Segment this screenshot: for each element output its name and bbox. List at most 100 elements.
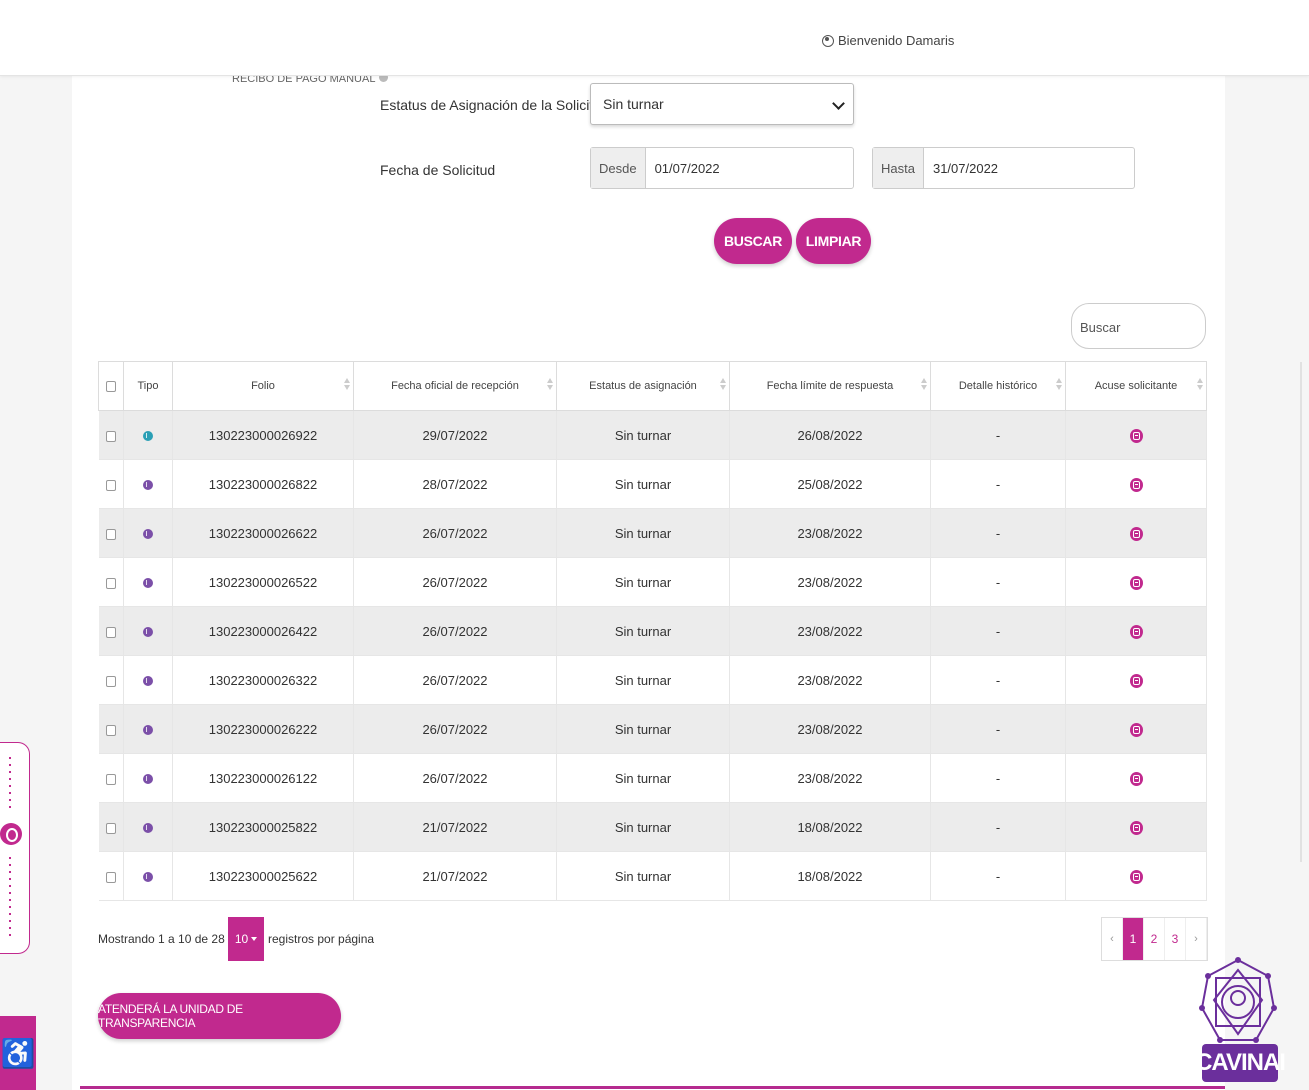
page-3-button[interactable]: 3 xyxy=(1165,918,1186,960)
panel-side-left xyxy=(72,411,98,911)
document-icon[interactable] xyxy=(1129,477,1143,492)
recepcion-cell: 21/07/2022 xyxy=(353,802,557,852)
accessibility-tab[interactable] xyxy=(0,742,30,954)
document-icon[interactable] xyxy=(1129,673,1143,688)
page-size-value: 10 xyxy=(234,932,249,946)
document-icon[interactable] xyxy=(1129,428,1143,443)
col-folio[interactable]: Folio xyxy=(172,361,354,411)
date-from-group[interactable]: Desde 01/07/2022 xyxy=(590,147,854,189)
acuse-cell xyxy=(1065,557,1207,607)
welcome-user[interactable]: Bienvenido Damaris xyxy=(822,33,954,48)
date-from-input[interactable]: 01/07/2022 xyxy=(646,148,729,188)
col-historico[interactable]: Detalle histórico xyxy=(930,361,1066,411)
col-acuse[interactable]: Acuse solicitante xyxy=(1065,361,1207,411)
document-icon[interactable] xyxy=(1129,722,1143,737)
folio-cell: 130223000026522 xyxy=(172,557,354,607)
col-estatus[interactable]: Estatus de asignación xyxy=(556,361,730,411)
historico-cell: - xyxy=(930,459,1066,509)
recepcion-cell: 26/07/2022 xyxy=(353,753,557,803)
table-row[interactable]: 130223000026122 26/07/2022 Sin turnar 23/08… xyxy=(98,753,1207,803)
row-select-cell[interactable] xyxy=(98,606,124,656)
clear-button[interactable]: LIMPIAR xyxy=(796,218,871,264)
wheelchair-icon[interactable]: ♿ xyxy=(0,1016,36,1090)
recepcion-cell: 21/07/2022 xyxy=(353,851,557,901)
row-select-cell[interactable] xyxy=(98,508,124,558)
row-select-cell[interactable] xyxy=(98,753,124,803)
row-checkbox[interactable] xyxy=(105,528,116,540)
row-select-cell[interactable] xyxy=(98,802,124,852)
prev-page-button[interactable]: ‹ xyxy=(1102,918,1123,960)
status-select[interactable]: Sin turnar xyxy=(590,83,854,125)
pagination: ‹ 1 2 3 › xyxy=(1101,917,1208,961)
status-select-value: Sin turnar xyxy=(603,96,664,112)
document-icon[interactable] xyxy=(1129,771,1143,786)
table-row[interactable]: 130223000026422 26/07/2022 Sin turnar 23/08… xyxy=(98,606,1207,656)
select-all-cell[interactable] xyxy=(98,361,124,411)
col-limite-label: Fecha límite de respuesta xyxy=(766,380,894,392)
table-row[interactable]: 130223000026622 26/07/2022 Sin turnar 23/08… xyxy=(98,508,1207,558)
select-all-checkbox[interactable] xyxy=(106,380,116,392)
row-checkbox[interactable] xyxy=(105,577,116,589)
tipo-cell xyxy=(123,704,173,754)
table-row[interactable]: 130223000025622 21/07/2022 Sin turnar 18/08… xyxy=(98,851,1207,901)
row-select-cell[interactable] xyxy=(98,459,124,509)
user-icon xyxy=(822,34,834,47)
sort-icon xyxy=(1197,378,1203,392)
col-tipo[interactable]: Tipo xyxy=(123,361,173,411)
historico-cell: - xyxy=(930,557,1066,607)
row-checkbox[interactable] xyxy=(105,430,116,442)
row-checkbox[interactable] xyxy=(105,626,116,638)
limite-cell: 23/08/2022 xyxy=(729,753,931,803)
row-checkbox[interactable] xyxy=(105,822,116,834)
date-to-addon: Hasta xyxy=(873,148,924,188)
limite-cell: 23/08/2022 xyxy=(729,704,931,754)
page-2-button[interactable]: 2 xyxy=(1144,918,1165,960)
table-search-input[interactable]: Buscar xyxy=(1071,303,1206,349)
date-from-addon: Desde xyxy=(591,148,646,188)
page-1-button[interactable]: 1 xyxy=(1123,918,1144,960)
acuse-cell xyxy=(1065,704,1207,754)
date-to-input[interactable]: 31/07/2022 xyxy=(924,148,1007,188)
limite-cell: 23/08/2022 xyxy=(729,606,931,656)
search-button[interactable]: BUSCAR xyxy=(714,218,792,264)
tipo-cell xyxy=(123,851,173,901)
recepcion-cell: 26/07/2022 xyxy=(353,508,557,558)
attend-transparency-button[interactable]: ATENDERÁ LA UNIDAD DE TRANSPARENCIA xyxy=(98,993,341,1039)
row-checkbox[interactable] xyxy=(105,675,116,687)
limite-cell: 23/08/2022 xyxy=(729,557,931,607)
table-row[interactable]: 130223000026322 26/07/2022 Sin turnar 23/08… xyxy=(98,655,1207,705)
row-checkbox[interactable] xyxy=(105,479,116,491)
tipo-cell xyxy=(123,508,173,558)
table-row[interactable]: 130223000026522 26/07/2022 Sin turnar 23/08… xyxy=(98,557,1207,607)
page-scrollbar[interactable] xyxy=(1300,362,1302,862)
row-checkbox[interactable] xyxy=(105,871,116,883)
row-select-cell[interactable] xyxy=(98,410,124,460)
tipo-icon xyxy=(143,480,153,491)
row-select-cell[interactable] xyxy=(98,704,124,754)
document-icon[interactable] xyxy=(1129,820,1143,835)
row-select-cell[interactable] xyxy=(98,557,124,607)
table-row[interactable]: 130223000026922 29/07/2022 Sin turnar 26/08… xyxy=(98,410,1207,460)
acuse-cell xyxy=(1065,508,1207,558)
recepcion-cell: 28/07/2022 xyxy=(353,459,557,509)
row-select-cell[interactable] xyxy=(98,655,124,705)
table-row[interactable]: 130223000026822 28/07/2022 Sin turnar 25/08… xyxy=(98,459,1207,509)
table-row[interactable]: 130223000026222 26/07/2022 Sin turnar 23/08… xyxy=(98,704,1207,754)
limite-cell: 18/08/2022 xyxy=(729,851,931,901)
row-checkbox[interactable] xyxy=(105,773,116,785)
table-row[interactable]: 130223000025822 21/07/2022 Sin turnar 18/08… xyxy=(98,802,1207,852)
date-to-group[interactable]: Hasta 31/07/2022 xyxy=(872,147,1135,189)
col-limite[interactable]: Fecha límite de respuesta xyxy=(729,361,931,411)
page-size-dropdown[interactable]: 10 xyxy=(228,917,264,961)
col-recepcion[interactable]: Fecha oficial de recepción xyxy=(353,361,557,411)
row-checkbox[interactable] xyxy=(105,724,116,736)
document-icon[interactable] xyxy=(1129,526,1143,541)
document-icon[interactable] xyxy=(1129,624,1143,639)
acuse-cell xyxy=(1065,851,1207,901)
document-icon[interactable] xyxy=(1129,575,1143,590)
document-icon[interactable] xyxy=(1129,869,1143,884)
recepcion-cell: 26/07/2022 xyxy=(353,557,557,607)
row-select-cell[interactable] xyxy=(98,851,124,901)
cavinai-logo[interactable]: CAVINAI xyxy=(1195,1044,1286,1082)
chevron-down-icon xyxy=(832,97,845,110)
